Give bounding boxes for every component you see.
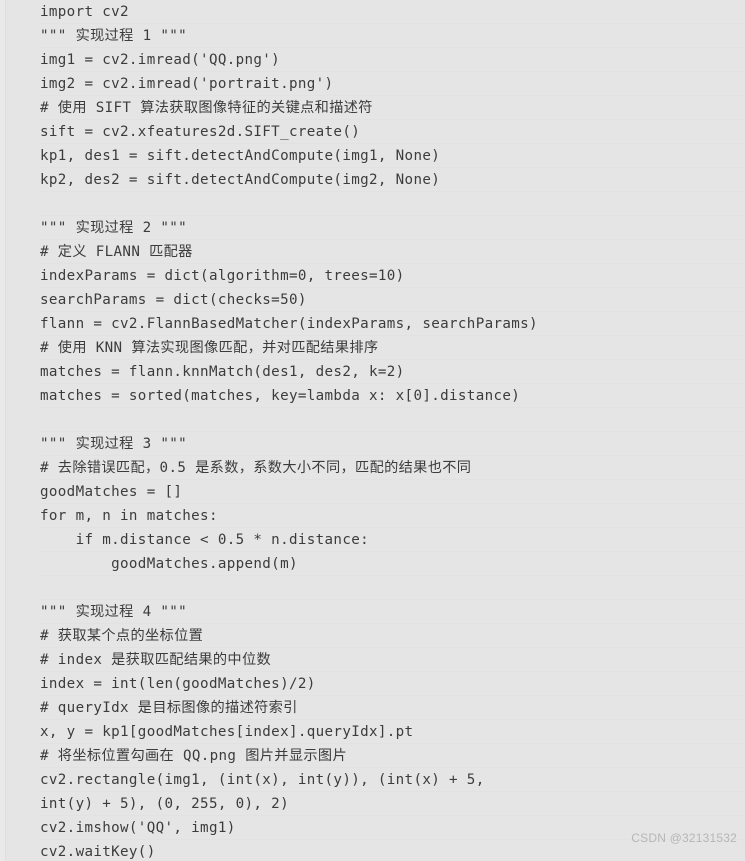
code-line: matches = sorted(matches, key=lambda x: … [40, 384, 745, 408]
code-line: """ 实现过程 1 """ [40, 24, 745, 48]
code-line: # 将坐标位置勾画在 QQ.png 图片并显示图片 [40, 744, 745, 768]
code-line: import cv2 [40, 0, 745, 24]
code-line: flann = cv2.FlannBasedMatcher(indexParam… [40, 312, 745, 336]
code-line: # 去除错误匹配，0.5 是系数，系数大小不同，匹配的结果也不同 [40, 456, 745, 480]
code-line [40, 408, 745, 432]
code-line: """ 实现过程 2 """ [40, 216, 745, 240]
code-line: # index 是获取匹配结果的中位数 [40, 648, 745, 672]
csdn-watermark: CSDN @32131532 [631, 831, 737, 845]
code-line: # 使用 KNN 算法实现图像匹配，并对匹配结果排序 [40, 336, 745, 360]
code-line: x, y = kp1[goodMatches[index].queryIdx].… [40, 720, 745, 744]
code-lines-container[interactable]: import cv2 """ 实现过程 1 """ img1 = cv2.imrea… [0, 0, 745, 861]
code-line: cv2.rectangle(img1, (int(x), int(y)), (i… [40, 768, 745, 792]
code-line: # 定义 FLANN 匹配器 [40, 240, 745, 264]
code-line: kp1, des1 = sift.detectAndCompute(img1, … [40, 144, 745, 168]
code-line: img1 = cv2.imread('QQ.png') [40, 48, 745, 72]
code-line [40, 192, 745, 216]
code-line [40, 576, 745, 600]
code-line: indexParams = dict(algorithm=0, trees=10… [40, 264, 745, 288]
code-line: img2 = cv2.imread('portrait.png') [40, 72, 745, 96]
code-line: goodMatches = [] [40, 480, 745, 504]
code-line: # 使用 SIFT 算法获取图像特征的关键点和描述符 [40, 96, 745, 120]
code-line: if m.distance < 0.5 * n.distance: [40, 528, 745, 552]
code-line: # queryIdx 是目标图像的描述符索引 [40, 696, 745, 720]
code-line: int(y) + 5), (0, 255, 0), 2) [40, 792, 745, 816]
code-line: index = int(len(goodMatches)/2) [40, 672, 745, 696]
code-line: kp2, des2 = sift.detectAndCompute(img2, … [40, 168, 745, 192]
code-line: for m, n in matches: [40, 504, 745, 528]
code-line: matches = flann.knnMatch(des1, des2, k=2… [40, 360, 745, 384]
code-line: """ 实现过程 3 """ [40, 432, 745, 456]
code-block: import cv2 """ 实现过程 1 """ img1 = cv2.imrea… [0, 0, 745, 861]
code-line: """ 实现过程 4 """ [40, 600, 745, 624]
code-line: # 获取某个点的坐标位置 [40, 624, 745, 648]
code-line: goodMatches.append(m) [40, 552, 745, 576]
code-line: searchParams = dict(checks=50) [40, 288, 745, 312]
code-line: sift = cv2.xfeatures2d.SIFT_create() [40, 120, 745, 144]
